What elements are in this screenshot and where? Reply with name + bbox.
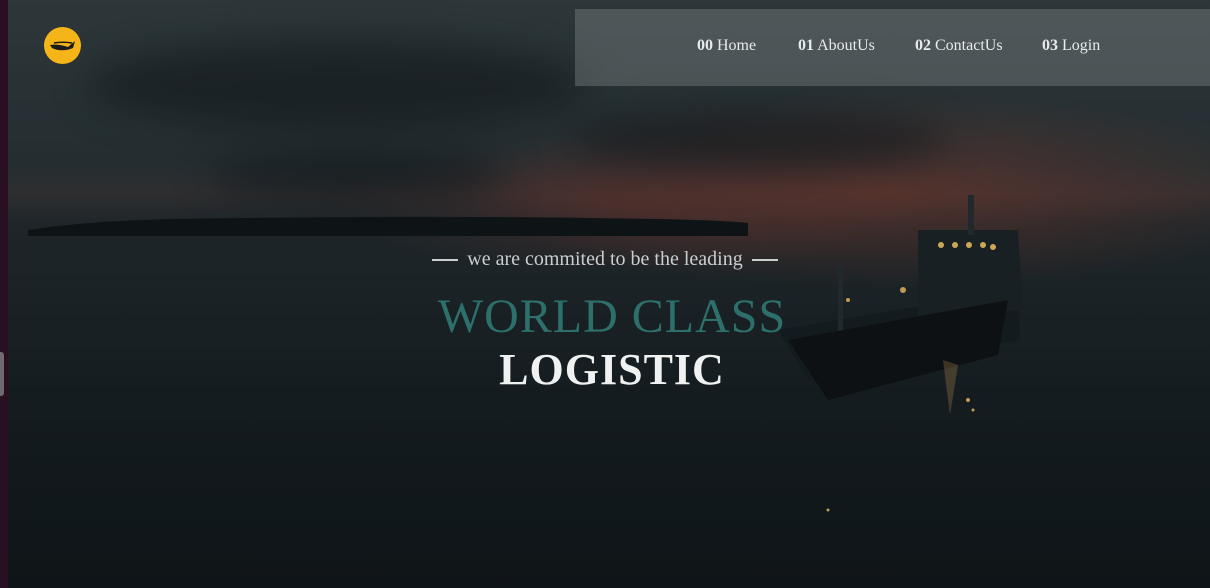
hero-title-line1: WORLD CLASS: [437, 290, 787, 343]
tagline-text: we are commited to be the leading: [467, 248, 743, 270]
nav-item-aboutus[interactable]: 01 AboutUs: [798, 37, 875, 55]
nav-item-label: Login: [1062, 37, 1101, 54]
hero-title-line2: LOGISTIC: [499, 345, 725, 394]
top-navigation: 00 Home 01 AboutUs 02 ContactUs 03 Login: [575, 9, 1210, 86]
tagline-dash-right: [751, 259, 778, 262]
logo[interactable]: [44, 27, 81, 64]
tagline-dash-left: [432, 259, 459, 262]
nav-item-login[interactable]: 03 Login: [1042, 37, 1100, 55]
nav-item-label: Home: [717, 37, 757, 54]
nav-item-number: 01: [798, 37, 814, 54]
nav-item-label: ContactUs: [935, 37, 1003, 54]
nav-item-contactus[interactable]: 02 ContactUs: [915, 37, 1003, 55]
nav-item-label: AboutUs: [817, 37, 875, 54]
nav-item-number: 03: [1042, 37, 1058, 54]
crane-logo-icon: [49, 40, 75, 50]
nav-item-number: 02: [915, 37, 931, 54]
nav-item-home[interactable]: 00 Home: [697, 37, 756, 55]
nav-item-number: 00: [697, 37, 713, 54]
hero-tagline: we are commited to be the leading: [0, 248, 1210, 271]
